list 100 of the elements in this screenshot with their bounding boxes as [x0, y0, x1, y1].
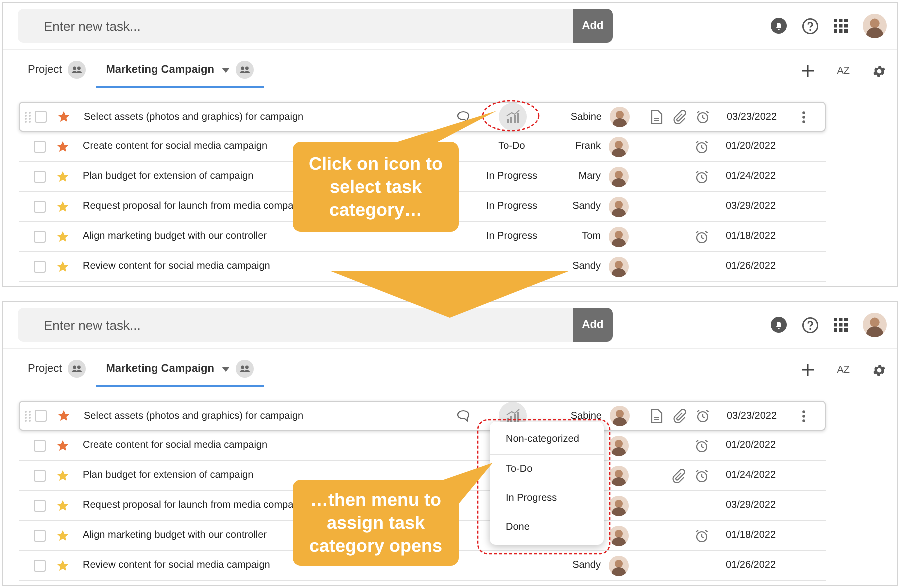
add-icon[interactable] [801, 64, 816, 78]
alarm-clock-icon[interactable] [695, 468, 709, 482]
more-icon[interactable] [802, 110, 806, 124]
checkbox[interactable] [34, 260, 46, 272]
alarm-clock-icon[interactable] [695, 230, 709, 244]
apps-grid-icon[interactable] [834, 318, 848, 332]
star-icon[interactable] [57, 500, 69, 512]
help-icon[interactable] [802, 18, 819, 34]
star-icon[interactable] [57, 200, 69, 212]
avatar [609, 436, 629, 456]
paperclip-icon[interactable] [672, 468, 686, 482]
star-icon[interactable] [57, 260, 69, 272]
menu-item[interactable]: To-Do [490, 455, 604, 484]
checkbox[interactable] [34, 170, 46, 182]
add-button[interactable]: Add [573, 308, 613, 342]
paperclip-icon[interactable] [673, 409, 687, 423]
callout-text: …then menu to assign task category opens [308, 488, 444, 558]
star-icon[interactable] [57, 470, 69, 482]
star-icon[interactable] [57, 170, 69, 182]
checkbox[interactable] [34, 200, 46, 212]
apps-grid-icon[interactable] [834, 19, 848, 33]
avatar[interactable] [863, 313, 887, 337]
add-button[interactable]: Add [573, 9, 613, 43]
help-icon[interactable] [802, 316, 819, 334]
paperclip-icon[interactable] [673, 110, 687, 124]
more-icon[interactable] [802, 410, 806, 422]
task-title: Request proposal for launch from media compa [83, 200, 294, 214]
menu-item[interactable]: In Progress [490, 484, 604, 513]
status-label: To-Do [498, 140, 526, 154]
sort-button[interactable]: AZ [837, 366, 850, 374]
checkbox[interactable] [34, 560, 46, 572]
alarm-clock-icon[interactable] [695, 140, 709, 154]
star-icon[interactable] [58, 111, 70, 123]
task-row[interactable]: Select assets (photos and graphics) for campaign Sabine 03/23/2022 [19, 401, 826, 431]
callout-text: Click on icon to select task category… [308, 152, 444, 222]
alarm-clock-icon[interactable] [695, 170, 709, 184]
alarm-clock-icon[interactable] [696, 110, 710, 124]
people-icon [236, 61, 254, 79]
star-icon[interactable] [57, 440, 69, 452]
comment-icon[interactable] [457, 410, 470, 422]
drag-handle-icon[interactable] [24, 410, 30, 422]
assignee-name: Sandy [572, 559, 601, 573]
settings-icon[interactable] [872, 362, 887, 378]
avatar [609, 496, 629, 516]
document-icon[interactable] [651, 110, 663, 124]
due-date: 01/20/2022 [726, 439, 778, 453]
project-tab[interactable]: Marketing Campaign [96, 353, 264, 387]
drag-handle-icon[interactable] [24, 112, 30, 122]
task-title: Align marketing budget with our controller [83, 529, 267, 543]
project-tab[interactable]: Project [18, 353, 96, 387]
new-task-field[interactable]: Enter new task... [18, 308, 573, 342]
new-task-field[interactable]: Enter new task... [18, 9, 573, 43]
task-title: Review content for social media campaign [83, 559, 270, 573]
people-icon [68, 61, 86, 79]
comment-icon[interactable] [457, 111, 470, 123]
add-icon[interactable] [801, 363, 816, 377]
due-date: 03/29/2022 [726, 499, 778, 513]
due-date: 01/18/2022 [726, 230, 778, 244]
checkbox[interactable] [34, 230, 46, 242]
notification-icon[interactable] [771, 18, 787, 34]
project-tab[interactable]: Project [18, 54, 96, 88]
alarm-clock-icon[interactable] [696, 409, 710, 423]
settings-icon[interactable] [872, 64, 887, 78]
due-date: 01/20/2022 [726, 140, 778, 154]
star-icon[interactable] [57, 230, 69, 242]
avatar [610, 406, 630, 426]
assignee-name: Sandy [572, 260, 601, 274]
avatar [609, 196, 629, 216]
avatar [609, 226, 629, 246]
checkbox[interactable] [34, 500, 46, 512]
alarm-clock-icon[interactable] [695, 528, 709, 542]
task-title: Plan budget for extension of campaign [83, 170, 254, 184]
due-date: 01/24/2022 [726, 170, 778, 184]
assignee-name: Mary [578, 170, 601, 184]
people-icon [68, 360, 86, 378]
checkbox[interactable] [35, 111, 47, 123]
checkbox[interactable] [34, 440, 46, 452]
checkbox[interactable] [34, 530, 46, 542]
project-tab[interactable]: Marketing Campaign [96, 54, 264, 88]
due-date: 01/18/2022 [726, 529, 778, 543]
alarm-clock-icon[interactable] [695, 438, 709, 452]
due-date: 01/26/2022 [726, 559, 778, 573]
menu-item[interactable]: Done [490, 513, 604, 542]
star-icon[interactable] [58, 410, 70, 422]
avatar[interactable] [863, 14, 887, 38]
sort-button[interactable]: AZ [837, 66, 850, 76]
star-icon[interactable] [57, 560, 69, 572]
checkbox[interactable] [34, 140, 46, 152]
chart-icon[interactable] [499, 103, 527, 131]
task-title: Request proposal for launch from media compa [83, 499, 294, 513]
checkbox[interactable] [34, 470, 46, 482]
star-icon[interactable] [57, 530, 69, 542]
status-label: In Progress [486, 230, 538, 244]
notification-icon[interactable] [771, 317, 787, 333]
star-icon[interactable] [57, 140, 69, 152]
document-icon[interactable] [651, 408, 663, 424]
checkbox[interactable] [35, 410, 47, 422]
task-row[interactable]: Select assets (photos and graphics) for campaign Sabine 03/23/2022 [19, 102, 826, 132]
avatar [609, 526, 629, 546]
due-date: 01/26/2022 [726, 260, 778, 274]
